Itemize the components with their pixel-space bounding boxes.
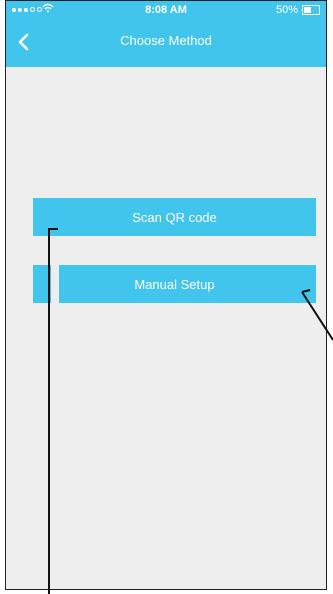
callout-line-manual (301, 289, 333, 341)
